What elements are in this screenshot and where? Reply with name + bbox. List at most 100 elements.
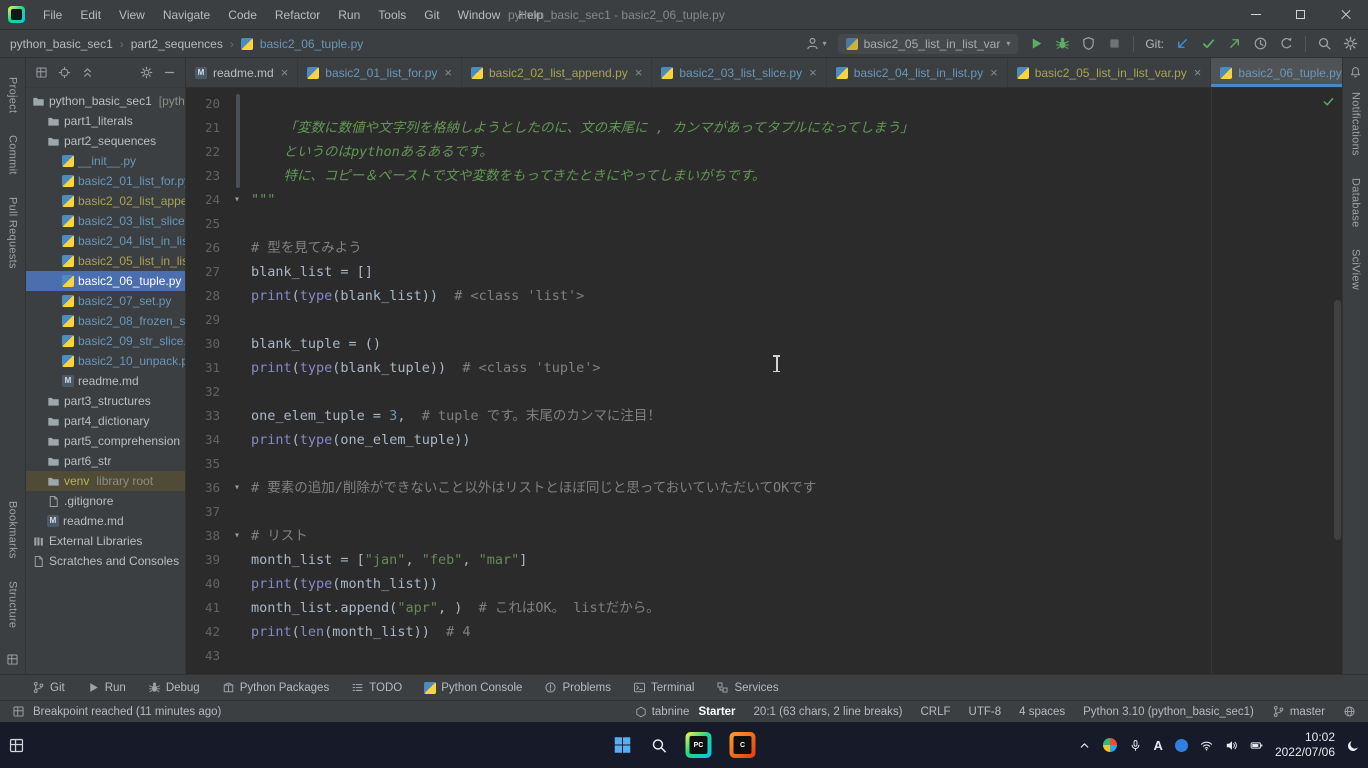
- tree-item-part6-str[interactable]: part6_str: [26, 451, 185, 471]
- pycharm-taskbar-icon[interactable]: PC: [686, 732, 712, 758]
- tree-item-gitignore[interactable]: .gitignore: [26, 491, 185, 511]
- tool-button-run[interactable]: Run: [87, 681, 126, 694]
- ime-mode-indicator[interactable]: A: [1154, 738, 1163, 753]
- taskbar-corner-icon[interactable]: [8, 737, 25, 754]
- minimize-button[interactable]: [1233, 0, 1278, 29]
- python-interpreter[interactable]: Python 3.10 (python_basic_sec1): [1083, 706, 1254, 718]
- select-opened-file-icon[interactable]: [58, 66, 71, 79]
- tab-basic2-05-list-in-list-var-py[interactable]: basic2_05_list_in_list_var.py×: [1008, 58, 1212, 87]
- tree-item-readme-md[interactable]: Mreadme.md: [26, 511, 185, 531]
- tool-button-todo[interactable]: TODO: [351, 681, 402, 694]
- line-number[interactable]: 39: [186, 548, 226, 572]
- line-number[interactable]: 21: [186, 116, 226, 140]
- status-grid-icon[interactable]: [12, 705, 25, 718]
- taskbar-clock[interactable]: 10:02 2022/07/06: [1275, 730, 1335, 760]
- tool-button-problems[interactable]: Problems: [544, 681, 611, 694]
- tab-basic2-02-list-append-py[interactable]: basic2_02_list_append.py×: [462, 58, 652, 87]
- collapse-all-icon[interactable]: [81, 66, 94, 79]
- taskbar-search-icon[interactable]: [651, 737, 668, 754]
- line-number[interactable]: 42: [186, 620, 226, 644]
- stripe-toggle-icon[interactable]: [6, 653, 19, 666]
- settings-gear-button[interactable]: [1343, 36, 1358, 51]
- tab-close-icon[interactable]: ×: [1194, 65, 1202, 80]
- breadcrumb-item-python-basic-sec1[interactable]: python_basic_sec1: [10, 37, 113, 51]
- notifications-bell-icon[interactable]: [1349, 66, 1362, 79]
- tree-item-basic2-02-list-append[interactable]: basic2_02_list_append.: [26, 191, 185, 211]
- tool-button-services[interactable]: Services: [716, 681, 778, 694]
- tree-item-part2-sequences[interactable]: part2_sequences: [26, 131, 185, 151]
- line-number[interactable]: 32: [186, 380, 226, 404]
- tab-close-icon[interactable]: ×: [990, 65, 998, 80]
- tool-stripe-notifications[interactable]: Notifications: [1350, 92, 1362, 156]
- tree-item-scratches-and-consoles[interactable]: Scratches and Consoles: [26, 551, 185, 571]
- tool-button-terminal[interactable]: Terminal: [633, 681, 694, 694]
- start-button[interactable]: [613, 735, 633, 755]
- menu-navigate[interactable]: Navigate: [154, 0, 219, 30]
- editor-scrollbar[interactable]: [1334, 300, 1341, 540]
- tool-stripe-sciview[interactable]: SciView: [1350, 249, 1362, 290]
- fold-marker[interactable]: ▾: [226, 476, 248, 500]
- user-account-button[interactable]: ▾: [805, 36, 827, 51]
- tree-item-basic2-06-tuple-py[interactable]: basic2_06_tuple.py: [26, 271, 185, 291]
- tool-stripe-commit[interactable]: Commit: [7, 135, 19, 175]
- tab-close-icon[interactable]: ×: [809, 65, 817, 80]
- line-number[interactable]: 41: [186, 596, 226, 620]
- menu-window[interactable]: Window: [449, 0, 510, 30]
- line-number[interactable]: 43: [186, 644, 226, 668]
- line-number[interactable]: 30: [186, 332, 226, 356]
- status-globe-icon[interactable]: [1343, 705, 1356, 718]
- tree-item-python-basic-sec1[interactable]: python_basic_sec1[python_b: [26, 91, 185, 111]
- tree-item-part3-structures[interactable]: part3_structures: [26, 391, 185, 411]
- line-number[interactable]: 40: [186, 572, 226, 596]
- tool-stripe-database[interactable]: Database: [1350, 178, 1362, 228]
- coverage-button[interactable]: [1081, 36, 1096, 51]
- commit-button[interactable]: [1201, 36, 1216, 51]
- breadcrumb-item-basic2-06-tuple-py[interactable]: basic2_06_tuple.py: [260, 37, 363, 51]
- tray-blue-dot-icon[interactable]: [1175, 739, 1188, 752]
- tabnine-widget[interactable]: tabnineStarter: [635, 706, 736, 718]
- push-button[interactable]: [1227, 36, 1242, 51]
- menu-edit[interactable]: Edit: [71, 0, 110, 30]
- tree-item-basic2-10-unpack-py[interactable]: basic2_10_unpack.py: [26, 351, 185, 371]
- line-number[interactable]: 35: [186, 452, 226, 476]
- menu-refactor[interactable]: Refactor: [266, 0, 329, 30]
- tool-button-python-console[interactable]: Python Console: [424, 682, 522, 694]
- tree-item-basic2-03-list-slice-py[interactable]: basic2_03_list_slice.py: [26, 211, 185, 231]
- panel-settings-gear-icon[interactable]: [140, 66, 153, 79]
- line-number[interactable]: 38: [186, 524, 226, 548]
- tree-item-part1-literals[interactable]: part1_literals: [26, 111, 185, 131]
- tool-stripe-bookmarks[interactable]: Bookmarks: [7, 501, 19, 559]
- tree-item-readme-md[interactable]: Mreadme.md: [26, 371, 185, 391]
- tray-chevron-up-icon[interactable]: [1078, 739, 1091, 752]
- line-number[interactable]: 37: [186, 500, 226, 524]
- line-number[interactable]: 28: [186, 284, 226, 308]
- orange-app-icon[interactable]: C: [730, 732, 756, 758]
- search-everywhere-button[interactable]: [1317, 36, 1332, 51]
- menu-view[interactable]: View: [110, 0, 154, 30]
- line-number[interactable]: 26: [186, 236, 226, 260]
- close-button[interactable]: [1323, 0, 1368, 29]
- fold-marker[interactable]: ▾: [226, 524, 248, 548]
- tab-readme-md[interactable]: Mreadme.md×: [186, 58, 298, 87]
- volume-icon[interactable]: [1225, 739, 1238, 752]
- line-number[interactable]: 34: [186, 428, 226, 452]
- battery-icon[interactable]: [1250, 739, 1263, 752]
- line-number[interactable]: 23: [186, 164, 226, 188]
- microphone-icon[interactable]: [1129, 739, 1142, 752]
- tool-stripe-pull-requests[interactable]: Pull Requests: [7, 197, 19, 269]
- menu-file[interactable]: File: [34, 0, 71, 30]
- code-editor[interactable]: 2021 「変数に数値や文字列を格納しようとしたのに、文の末尾に , カンマがあ…: [186, 88, 1342, 674]
- menu-run[interactable]: Run: [329, 0, 369, 30]
- tree-item-part4-dictionary[interactable]: part4_dictionary: [26, 411, 185, 431]
- wifi-icon[interactable]: [1200, 739, 1213, 752]
- focus-assist-moon-icon[interactable]: [1347, 739, 1360, 752]
- menu-git[interactable]: Git: [415, 0, 448, 30]
- tree-item-part5-comprehension[interactable]: part5_comprehension: [26, 431, 185, 451]
- tree-item-venv[interactable]: venvlibrary root: [26, 471, 185, 491]
- fold-marker[interactable]: ▾: [226, 188, 248, 212]
- tree-item-init-py[interactable]: __init__.py: [26, 151, 185, 171]
- history-button[interactable]: [1253, 36, 1268, 51]
- tree-item-basic2-04-list-in-list-py[interactable]: basic2_04_list_in_list.py: [26, 231, 185, 251]
- tray-pinwheel-icon[interactable]: [1103, 738, 1117, 752]
- file-encoding[interactable]: UTF-8: [969, 706, 1002, 718]
